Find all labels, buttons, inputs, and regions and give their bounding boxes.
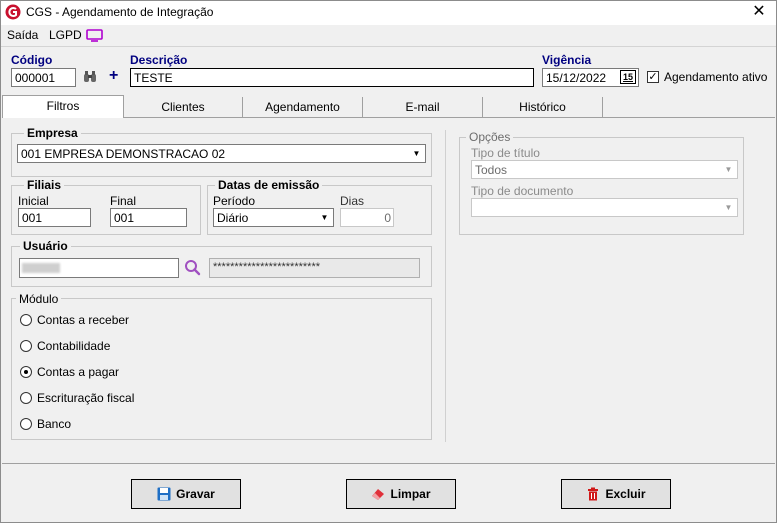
eraser-icon	[372, 489, 385, 500]
menu-item-lgpd[interactable]: LGPD	[49, 28, 82, 42]
tipo-documento-select[interactable]: ▼	[471, 198, 738, 217]
excluir-button[interactable]: Excluir	[561, 479, 671, 509]
radio-banco[interactable]	[20, 418, 32, 430]
radio-contas-pagar[interactable]	[20, 366, 32, 378]
chevron-down-icon: ▼	[412, 149, 421, 158]
monitor-icon[interactable]	[86, 29, 103, 42]
tipo-titulo-select[interactable]: Todos ▼	[471, 160, 738, 179]
gravar-button-label: Gravar	[176, 487, 215, 501]
menu-bar	[1, 25, 776, 45]
menu-item-saida[interactable]: Saída	[7, 28, 38, 42]
tab-filtros[interactable]: Filtros	[2, 95, 124, 118]
empresa-group-title: Empresa	[24, 126, 81, 140]
tab-historico[interactable]: Histórico	[483, 97, 603, 117]
tab-clientes[interactable]: Clientes	[124, 97, 243, 117]
opcoes-group-title: Opções	[466, 130, 514, 144]
empresa-select[interactable]: 001 EMPRESA DEMONSTRACAO 02 ▼	[17, 144, 426, 163]
radio-contabilidade[interactable]	[20, 340, 32, 352]
excluir-button-label: Excluir	[605, 487, 646, 501]
app-logo-icon	[5, 4, 21, 20]
gravar-button[interactable]: Gravar	[131, 479, 241, 509]
radio-label-escrituracao-fiscal: Escrituração fiscal	[37, 391, 135, 405]
final-label: Final	[110, 194, 137, 208]
tipo-titulo-label: Tipo de título	[471, 146, 540, 160]
trash-icon	[588, 487, 599, 501]
chevron-down-icon: ▼	[724, 203, 733, 212]
empresa-select-value: 001 EMPRESA DEMONSTRACAO 02	[21, 147, 226, 161]
save-icon	[157, 487, 171, 501]
radio-label-contas-receber: Contas a receber	[37, 313, 130, 327]
tipo-documento-label: Tipo de documento	[471, 184, 574, 198]
filiais-group-title: Filiais	[24, 178, 65, 192]
final-field[interactable]: 001	[110, 208, 187, 227]
inicial-field[interactable]: 001	[18, 208, 91, 227]
codigo-field[interactable]: 000001	[11, 68, 76, 87]
dias-label: Dias	[340, 194, 365, 208]
modulo-group-title: Módulo	[16, 292, 62, 306]
periodo-select-value: Diário	[217, 211, 249, 225]
redacted-username	[22, 263, 60, 273]
descricao-label: Descrição	[130, 53, 188, 67]
radio-label-banco: Banco	[37, 417, 72, 431]
radio-escrituracao-fiscal[interactable]	[20, 392, 32, 404]
calendar-icon[interactable]: 15	[620, 70, 636, 84]
agendamento-ativo-checkbox[interactable]: ✓	[647, 71, 659, 83]
add-button[interactable]: +	[109, 67, 118, 85]
tipo-titulo-value: Todos	[475, 163, 508, 177]
search-icon[interactable]	[184, 259, 201, 276]
inicial-label: Inicial	[18, 194, 49, 208]
menu-separator	[1, 46, 776, 47]
periodo-select[interactable]: Diário ▼	[213, 208, 334, 227]
tab-agendamento[interactable]: Agendamento	[243, 97, 363, 117]
close-button[interactable]: ✕	[748, 2, 770, 22]
tab-email[interactable]: E-mail	[363, 97, 483, 117]
limpar-button-label: Limpar	[390, 487, 431, 501]
agendamento-ativo-label: Agendamento ativo	[664, 70, 768, 84]
vertical-divider	[445, 130, 446, 442]
limpar-button[interactable]: Limpar	[346, 479, 456, 509]
vigencia-label: Vigência	[542, 53, 592, 67]
datas-emissao-group-title: Datas de emissão	[215, 178, 323, 192]
chevron-down-icon: ▼	[724, 165, 733, 174]
window-title: CGS - Agendamento de Integração	[26, 5, 214, 19]
dias-field[interactable]: 0	[340, 208, 394, 227]
radio-contas-receber[interactable]	[20, 314, 32, 326]
usuario-name-field: *************************	[209, 258, 420, 278]
codigo-label: Código	[11, 53, 53, 67]
descricao-field[interactable]: TESTE	[130, 68, 534, 87]
radio-label-contabilidade: Contabilidade	[37, 339, 111, 353]
usuario-field[interactable]	[19, 258, 179, 278]
periodo-label: Período	[213, 194, 256, 208]
chevron-down-icon: ▼	[320, 213, 329, 222]
usuario-group-title: Usuário	[20, 239, 71, 253]
binoculars-icon[interactable]	[83, 71, 97, 83]
radio-label-contas-pagar: Contas a pagar	[37, 365, 120, 379]
